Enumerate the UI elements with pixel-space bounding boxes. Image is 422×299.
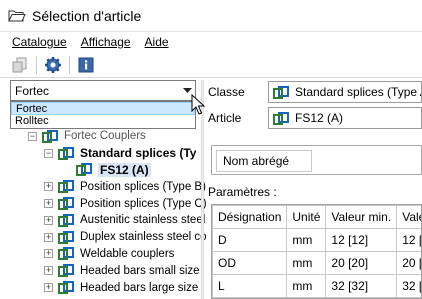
cell: 20 [20] (325, 251, 398, 275)
collapse-icon[interactable]: − (28, 131, 37, 141)
params-table: Désignation Unité Valeur min. Vale D mm … (212, 205, 421, 298)
coupler-icon (58, 197, 74, 211)
col-unite[interactable]: Unité (286, 205, 327, 229)
classe-value: Standard splices (Type A) (295, 85, 422, 99)
col-designation[interactable]: Désignation (212, 205, 288, 229)
coupler-icon (58, 180, 74, 194)
coupler-icon (58, 230, 74, 244)
tree-node-standard-splices[interactable]: − Standard splices (Ty (10, 145, 200, 162)
tree-node-label: Fortec Couplers (64, 130, 146, 143)
tree-node-label: Duplex stainless steel co (80, 231, 207, 244)
cell: 12 [ (396, 228, 421, 252)
gear-icon[interactable] (43, 55, 63, 75)
window-title: Sélection d'article (32, 7, 142, 24)
coupler-icon (58, 146, 74, 160)
collapse-icon[interactable]: − (44, 148, 53, 158)
tree-node-label: Austenitic stainless steel (80, 214, 206, 227)
expand-icon[interactable]: + (44, 266, 53, 276)
details-pane: Classe Standard splices (Type A) Article… (206, 80, 422, 299)
tree-node-label: Position splices (Type B) (80, 180, 206, 193)
expand-icon[interactable]: + (44, 199, 53, 209)
article-label: Article (208, 111, 242, 125)
tree-node-root[interactable]: − Fortec Couplers (10, 128, 200, 145)
info-icon[interactable] (76, 55, 96, 75)
tree-node-label: Headed bars large size (80, 281, 199, 294)
expand-icon[interactable]: + (44, 249, 53, 259)
table-row[interactable]: OD mm 20 [20] 20 [ (212, 251, 421, 275)
tree-node-label: Position splices (Type C) (80, 197, 207, 210)
col-valeur-max[interactable]: Vale (396, 205, 421, 229)
article-value: FS12 (A) (295, 111, 344, 125)
cell: 32 [32] (325, 274, 398, 298)
coupler-icon (58, 264, 74, 278)
col-valeur-min[interactable]: Valeur min. (325, 205, 398, 229)
tree-node-label: Headed bars small size (80, 264, 200, 277)
coupler-icon (58, 247, 74, 261)
coupler-icon (76, 163, 92, 177)
expand-icon[interactable]: + (44, 182, 53, 192)
tree-node-group[interactable]: + Austenitic stainless steel (10, 212, 205, 229)
expand-icon[interactable]: + (44, 215, 53, 225)
cell: mm (286, 251, 327, 275)
cell: D (212, 228, 288, 252)
params-grid: Désignation Unité Valeur min. Vale D mm … (211, 204, 422, 299)
catalog-pane: Fortec Fortec Rolltec − Fortec Couplers … (10, 80, 207, 299)
tree-node-group[interactable]: + Headed bars large size (10, 279, 200, 296)
catalog-dropdown-list: Fortec Rolltec (10, 101, 196, 129)
expand-icon[interactable]: + (44, 232, 53, 242)
catalog-option-rolltec[interactable]: Rolltec (11, 115, 195, 128)
toolbar-separator (36, 55, 37, 74)
short-name-panel: Nom abrégé (211, 145, 422, 175)
tree-node-group[interactable]: + Weldable couplers (10, 246, 200, 263)
catalog-combo-value: Fortec (15, 83, 50, 98)
mouse-cursor-icon (191, 94, 205, 115)
coupler-icon (58, 281, 74, 295)
cell: OD (212, 251, 288, 275)
toolbar (0, 52, 422, 78)
table-row[interactable]: D mm 12 [12] 12 [ (212, 228, 421, 252)
tree-node-group[interactable]: + Position splices (Type B) (10, 178, 206, 195)
classe-label: Classe (208, 85, 245, 99)
tree-node-group[interactable]: + Position splices (Type C) (10, 195, 207, 212)
catalog-option-fortec[interactable]: Fortec (11, 102, 195, 115)
tree-node-group[interactable]: + Duplex stainless steel co (10, 229, 207, 246)
cell: L (212, 274, 288, 298)
cell: 20 [ (396, 251, 421, 275)
import-file-icon[interactable] (10, 55, 30, 75)
coupler-icon (273, 85, 289, 99)
short-name-header: Nom abrégé (216, 150, 312, 172)
classe-field: Standard splices (Type A) (268, 81, 422, 103)
toolbar-separator (69, 55, 70, 74)
article-field: FS12 (A) (268, 107, 422, 129)
title-bar: Sélection d'article (0, 0, 422, 32)
folder-open-icon (8, 8, 26, 24)
tree-node-label: Weldable couplers (80, 247, 175, 260)
catalog-tree: − Fortec Couplers − Standard splices (Ty… (10, 128, 207, 296)
tree-node-label: Standard splices (Ty (80, 146, 197, 161)
table-row[interactable]: L mm 32 [32] 32 [ (212, 274, 421, 298)
tree-node-fs12[interactable]: FS12 (A) (10, 162, 200, 179)
menu-affichage[interactable]: Affichage (81, 35, 131, 49)
menu-bar: Catalogue Affichage Aide (0, 32, 422, 52)
cell: 32 [ (396, 274, 421, 298)
catalog-combo[interactable]: Fortec (10, 80, 196, 101)
tree-node-label: FS12 (A) (98, 162, 151, 177)
coupler-icon (273, 111, 289, 125)
menu-catalogue[interactable]: Catalogue (12, 35, 67, 49)
menu-aide[interactable]: Aide (145, 35, 169, 49)
tree-node-group[interactable]: + Headed bars small size (10, 262, 200, 279)
cell: mm (286, 228, 327, 252)
params-header-row: Désignation Unité Valeur min. Vale (212, 205, 421, 229)
expand-icon[interactable]: + (44, 283, 53, 293)
coupler-icon (58, 213, 74, 227)
cell: 12 [12] (325, 228, 398, 252)
params-label: Paramètres : (208, 185, 277, 199)
cell: mm (286, 274, 327, 298)
coupler-icon (42, 129, 58, 143)
